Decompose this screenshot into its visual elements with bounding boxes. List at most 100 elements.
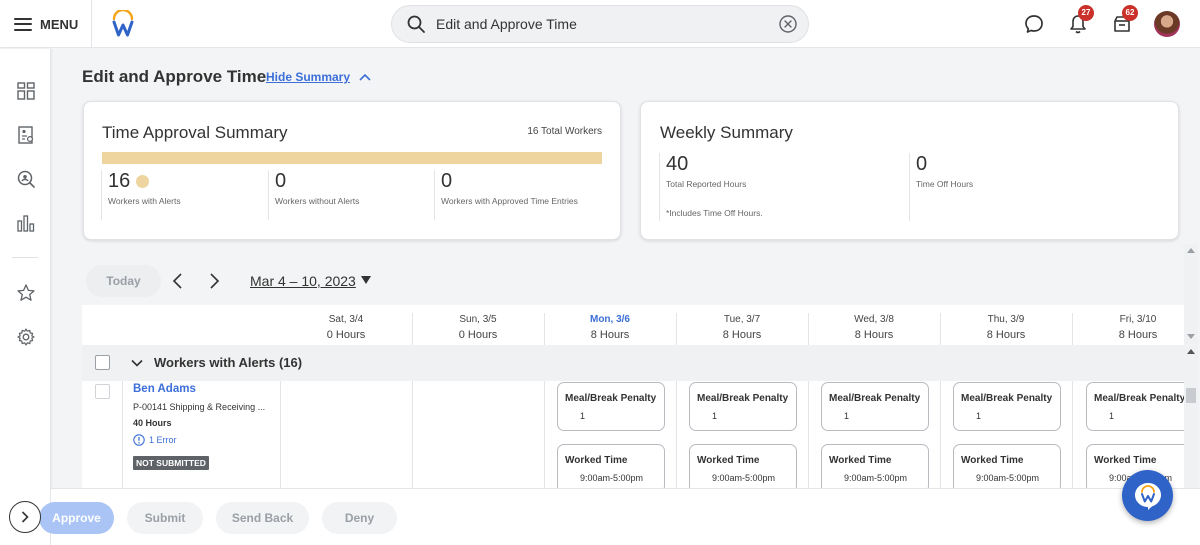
deny-button[interactable]: Deny [322, 502, 397, 534]
notifications-badge: 27 [1078, 5, 1094, 21]
worked-time-entry-thu[interactable]: Worked Time 9:00am-5:00pm [953, 444, 1061, 488]
metric-label: Workers with Approved Time Entries [441, 196, 578, 206]
search-input[interactable]: Edit and Approve Time [436, 16, 778, 32]
row-divider [412, 381, 413, 488]
penalty-entry-tue[interactable]: Meal/Break Penalty 1 [689, 382, 797, 431]
time-approval-summary-card: Time Approval Summary 16 Total Workers 1… [83, 101, 621, 240]
rail-divider [12, 257, 38, 258]
clear-search-icon[interactable] [778, 14, 798, 34]
group-title: Workers with Alerts (16) [154, 355, 303, 370]
top-bar: MENU Edit and Approve Time 27 62 [0, 0, 1200, 48]
worker-error-link[interactable]: 1 Error [133, 434, 177, 446]
favorites-star-icon[interactable] [16, 283, 36, 303]
metric-workers-without-alerts[interactable]: 0 Workers without Alerts [268, 170, 359, 220]
search-bar[interactable]: Edit and Approve Time [391, 5, 809, 43]
search-people-icon[interactable] [16, 169, 36, 189]
metric-value: 0 [441, 170, 453, 192]
total-workers: 16 Total Workers [527, 126, 602, 137]
analytics-icon[interactable] [16, 213, 36, 233]
row-divider [1072, 381, 1073, 488]
metric-value: 0 [275, 170, 287, 192]
action-bar: Approve Submit Send Back Deny [39, 488, 1200, 545]
workday-assistant-icon [1134, 482, 1161, 510]
metric-value: 0 [916, 153, 928, 175]
expand-rail-button[interactable] [9, 501, 41, 533]
penalty-entry-wed[interactable]: Meal/Break Penalty 1 [821, 382, 929, 431]
penalty-entry-fri[interactable]: Meal/Break Penalty 1 [1086, 382, 1184, 431]
scrollbar-thumb[interactable] [1186, 388, 1196, 403]
worked-time-entry-tue[interactable]: Worked Time 9:00am-5:00pm [689, 444, 797, 488]
left-rail [0, 49, 51, 545]
scroll-up-arrow-icon[interactable] [1187, 348, 1195, 354]
worker-report-icon[interactable] [16, 125, 36, 145]
group-row-workers-with-alerts: Workers with Alerts (16) [82, 345, 1184, 381]
row-divider [808, 381, 809, 488]
header-scrollbar[interactable] [1184, 244, 1198, 344]
weekly-summary-title: Weekly Summary [660, 123, 793, 142]
row-divider [544, 381, 545, 488]
page-title: Edit and Approve Time [82, 67, 267, 86]
column-divider [412, 313, 413, 345]
row-divider [280, 381, 281, 488]
penalty-entry-thu[interactable]: Meal/Break Penalty 1 [953, 382, 1061, 431]
date-range-picker[interactable]: Mar 4 – 10, 2023 [250, 273, 356, 289]
chevron-down-icon[interactable] [130, 356, 144, 370]
notifications-button[interactable]: 27 [1066, 5, 1094, 36]
worker-name-link[interactable]: Ben Adams [133, 383, 196, 395]
hide-summary-label: Hide Summary [266, 70, 351, 84]
worked-time-entry-mon[interactable]: Worked Time 9:00am-5:00pm [557, 444, 665, 488]
menu-button[interactable]: MENU [0, 0, 92, 48]
weekly-summary-card: Weekly Summary 40 Total Reported Hours *… [640, 101, 1179, 240]
day-header-sat: Sat, 3/4 0 Hours [326, 314, 366, 341]
day-header-tue: Tue, 3/7 8 Hours [722, 314, 762, 341]
worker-hours: 40 Hours [133, 418, 172, 428]
column-divider [676, 313, 677, 345]
column-divider [940, 313, 941, 345]
row-divider [676, 381, 677, 488]
day-header-mon: Mon, 3/6 8 Hours [589, 314, 630, 341]
metric-value: 16 [108, 170, 131, 192]
assistant-chat-button[interactable] [1122, 470, 1173, 521]
row-divider [940, 381, 941, 488]
metric-workers-with-alerts[interactable]: 16 Workers with Alerts [101, 170, 181, 220]
worked-time-entry-wed[interactable]: Worked Time 9:00am-5:00pm [821, 444, 929, 488]
worker-row-checkbox[interactable] [95, 384, 110, 399]
today-button[interactable]: Today [86, 265, 161, 297]
chat-icon[interactable] [1022, 12, 1046, 36]
inbox-button[interactable]: 62 [1110, 5, 1138, 36]
send-back-button[interactable]: Send Back [216, 502, 309, 534]
next-week-chevron-icon[interactable] [204, 271, 224, 291]
day-header-thu: Thu, 3/9 8 Hours [986, 314, 1026, 341]
worker-position: P-00141 Shipping & Receiving ... [133, 402, 266, 412]
scroll-up-arrow-icon[interactable] [1187, 247, 1195, 253]
column-divider [1072, 313, 1073, 345]
day-header-sun: Sun, 3/5 0 Hours [458, 314, 498, 341]
caret-down-icon[interactable] [360, 275, 372, 285]
alert-dot-icon [136, 175, 150, 188]
submit-button[interactable]: Submit [127, 502, 203, 534]
user-avatar[interactable] [1154, 11, 1180, 37]
hide-summary-link[interactable]: Hide Summary [266, 70, 372, 84]
metric-workers-approved[interactable]: 0 Workers with Approved Time Entries [434, 170, 578, 220]
status-badge: NOT SUBMITTED [133, 456, 209, 470]
metric-value: 40 [666, 153, 689, 175]
column-divider [808, 313, 809, 345]
approve-button[interactable]: Approve [39, 502, 114, 534]
metric-time-off-hours: 0 Time Off Hours [909, 153, 973, 221]
settings-gear-icon[interactable] [16, 327, 36, 347]
previous-week-chevron-icon[interactable] [168, 271, 188, 291]
workday-logo-icon[interactable] [110, 10, 136, 38]
grid-scrollbar[interactable] [1184, 345, 1198, 488]
time-grid: Sat, 3/4 0 Hours Sun, 3/5 0 Hours Mon, 3/6… [82, 305, 1184, 488]
select-all-checkbox[interactable] [95, 355, 110, 370]
error-count: 1 Error [149, 435, 177, 445]
metric-label: Workers with Alerts [108, 196, 181, 206]
penalty-entry-mon[interactable]: Meal/Break Penalty 1 [557, 382, 665, 431]
scroll-down-arrow-icon[interactable] [1187, 334, 1195, 340]
row-divider [122, 381, 123, 488]
column-divider [544, 313, 545, 345]
day-header-wed: Wed, 3/8 8 Hours [854, 314, 894, 341]
dashboard-icon[interactable] [16, 81, 36, 101]
day-header-fri: Fri, 3/10 8 Hours [1118, 314, 1158, 341]
error-alert-icon [133, 434, 145, 446]
